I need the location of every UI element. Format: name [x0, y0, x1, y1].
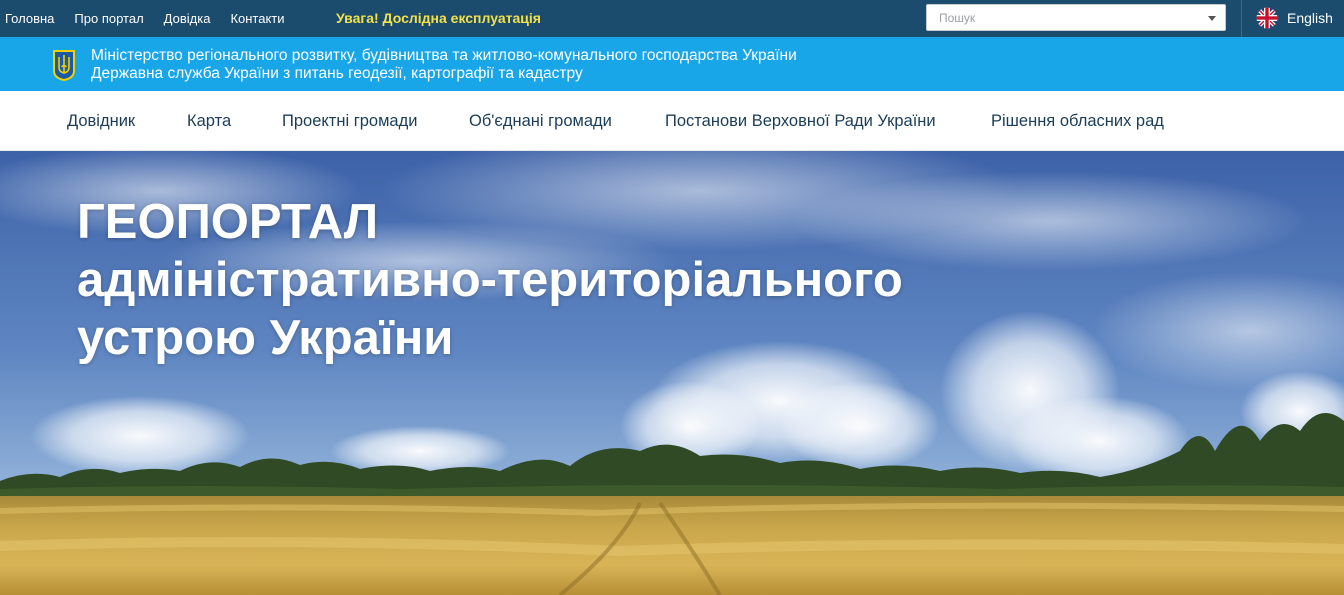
hero-title: ГЕОПОРТАЛ адміністративно-територіальног… — [77, 193, 903, 367]
hero-title-line1: ГЕОПОРТАЛ — [77, 195, 379, 249]
top-link-home[interactable]: Головна — [5, 11, 54, 26]
hero-title-line3: устрою України — [77, 311, 454, 365]
search-box[interactable] — [926, 4, 1226, 31]
top-link-about[interactable]: Про портал — [74, 11, 143, 26]
divider — [1241, 0, 1242, 37]
language-label: English — [1287, 10, 1333, 26]
nav-item-united-communities[interactable]: Об'єднані громади — [469, 112, 612, 131]
nav-item-parliament-resolutions[interactable]: Постанови Верховної Ради України — [665, 112, 936, 131]
service-name: Державна служба України з питань геодезі… — [91, 65, 583, 82]
beta-notice: Увага! Дослідна експлуатація — [336, 10, 541, 26]
top-nav: Головна Про портал Довідка Контакти — [0, 0, 299, 37]
chevron-down-icon[interactable] — [1208, 16, 1216, 21]
nav-item-project-communities[interactable]: Проектні громади — [282, 112, 417, 131]
ministry-header: Міністерство регіонального розвитку, буд… — [0, 37, 1344, 91]
top-link-contacts[interactable]: Контакти — [230, 11, 284, 26]
hero-banner: ГЕОПОРТАЛ адміністративно-територіальног… — [0, 151, 1344, 595]
nav-item-map[interactable]: Карта — [187, 112, 231, 131]
search-input[interactable] — [927, 5, 1187, 30]
top-link-help[interactable]: Довідка — [164, 11, 211, 26]
hero-title-line2: адміністративно-територіального — [77, 253, 903, 307]
top-bar: Головна Про портал Довідка Контакти Уваг… — [0, 0, 1344, 37]
nav-item-directory[interactable]: Довідник — [67, 112, 135, 131]
trident-icon — [53, 50, 75, 81]
language-switch[interactable]: English — [1256, 7, 1333, 29]
main-nav: Довідник Карта Проектні громади Об'єднан… — [0, 91, 1344, 151]
nav-item-regional-decisions[interactable]: Рішення обласних рад — [991, 112, 1164, 131]
ministry-name: Міністерство регіонального розвитку, буд… — [91, 47, 797, 64]
uk-flag-icon — [1256, 7, 1278, 29]
